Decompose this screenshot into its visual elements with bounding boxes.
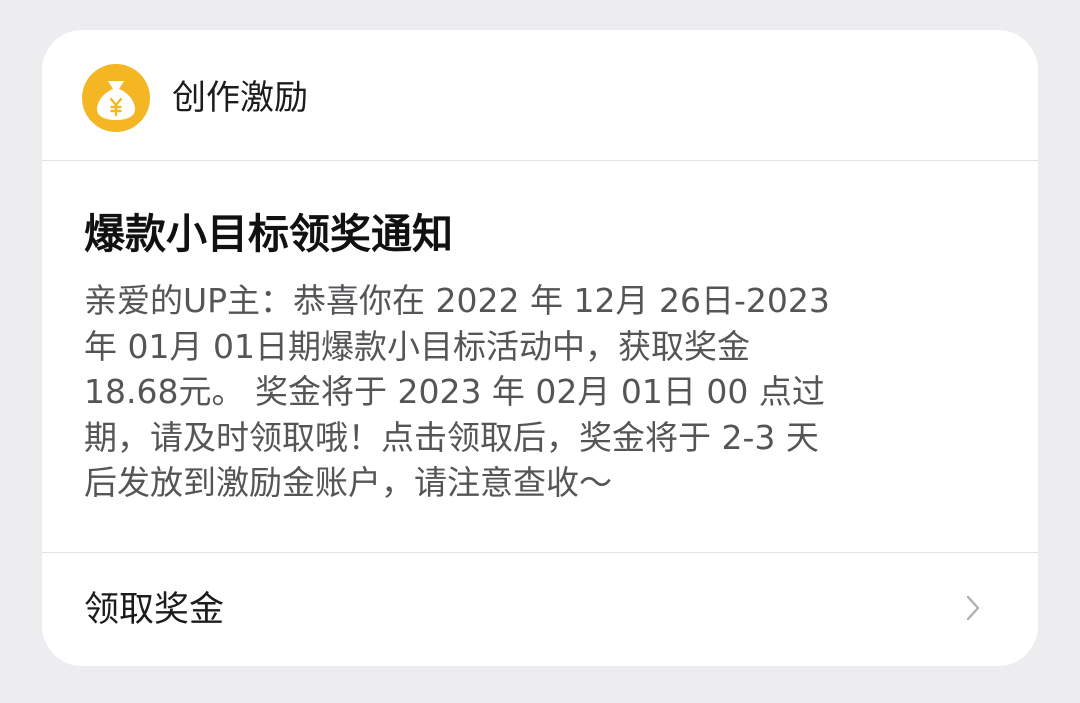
notification-card: 创作激励 爆款小目标领奖通知 亲爱的UP主：恭喜你在 2022 年 12月 26…: [42, 30, 1038, 666]
message-body-line: 后发放到激励金账户，请注意查收～: [84, 463, 612, 502]
money-bag-icon: [82, 64, 150, 132]
claim-bonus-label: 领取奖金: [84, 590, 225, 630]
card-header: 创作激励: [42, 30, 1038, 161]
message-body: 亲爱的UP主：恭喜你在 2022 年 12月 26日-2023 年 01月 01…: [84, 278, 964, 506]
message-body-line: 亲爱的UP主：恭喜你在 2022 年 12月 26日-2023: [84, 281, 830, 320]
chevron-right-icon: [964, 591, 984, 629]
app-name: 创作激励: [172, 78, 308, 118]
claim-bonus-button[interactable]: 领取奖金: [42, 552, 1038, 666]
message-title: 爆款小目标领奖通知: [84, 210, 453, 258]
message-body-line: 期，请及时领取哦！点击领取后，奖金将于 2-3 天: [84, 417, 819, 457]
message-body-line: 年 01月 01日期爆款小目标活动中，获取奖金: [84, 326, 750, 366]
message-body-line: 18.68元。 奖金将于 2023 年 02月 01日 00 点过: [84, 372, 825, 411]
